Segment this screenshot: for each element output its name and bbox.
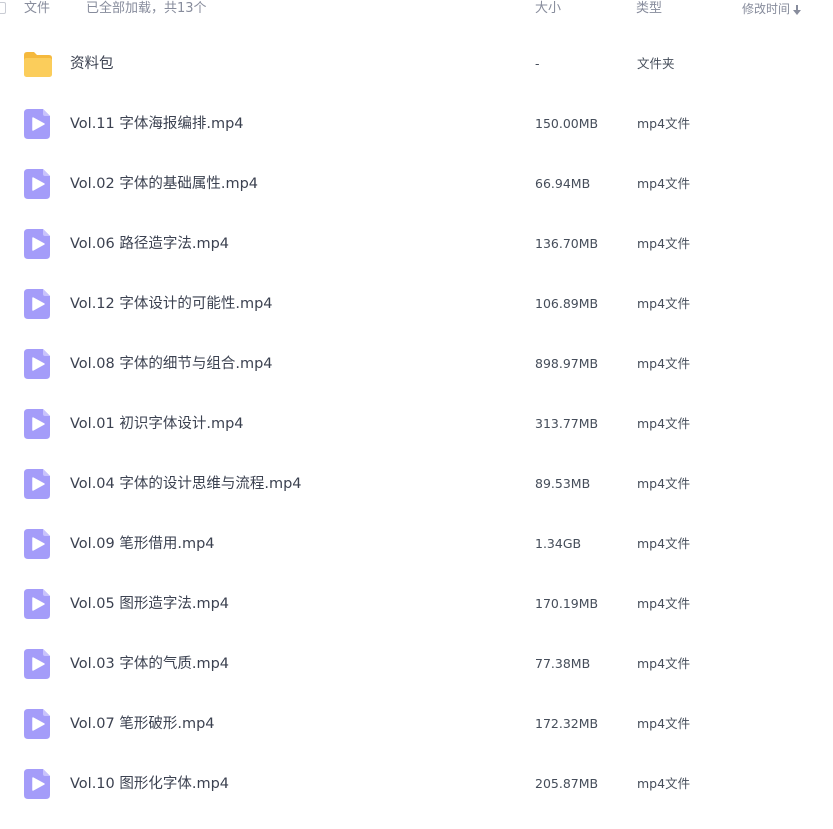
file-type: mp4文件 [637,176,691,191]
file-type: mp4文件 [637,236,691,251]
file-row[interactable]: Vol.03 字体的气质.mp4 77.38MB mp4文件 [0,634,833,694]
file-row[interactable]: Vol.06 路径造字法.mp4 136.70MB mp4文件 [0,214,833,274]
video-file-icon [24,469,52,499]
select-all-checkbox[interactable] [0,2,6,14]
file-row[interactable]: Vol.05 图形造字法.mp4 170.19MB mp4文件 [0,574,833,634]
video-file-icon [24,289,52,319]
file-type: mp4文件 [637,656,691,671]
file-row[interactable]: Vol.01 初识字体设计.mp4 313.77MB mp4文件 [0,394,833,454]
file-row[interactable]: Vol.10 图形化字体.mp4 205.87MB mp4文件 [0,754,833,814]
file-row[interactable]: Vol.02 字体的基础属性.mp4 66.94MB mp4文件 [0,154,833,214]
folder-icon [24,49,52,79]
column-header-modified-time-label: 修改时间 [742,2,791,16]
file-type: mp4文件 [637,536,691,551]
file-size: 313.77MB [535,416,599,431]
column-header-name[interactable]: 文件 [24,0,50,18]
file-name-link[interactable]: Vol.01 初识字体设计.mp4 [70,394,244,454]
sort-descending-icon[interactable] [793,4,802,15]
file-name-link[interactable]: Vol.11 字体海报编排.mp4 [70,94,244,154]
file-size: - [535,56,540,71]
video-file-icon [24,169,52,199]
file-size: 136.70MB [535,236,599,251]
file-type: mp4文件 [637,296,691,311]
folder-row[interactable]: 资料包 - 文件夹 [0,34,833,94]
file-type: mp4文件 [637,416,691,431]
video-file-icon [24,229,52,259]
file-size: 1.34GB [535,536,582,551]
video-file-icon [24,589,52,619]
file-name-link[interactable]: Vol.12 字体设计的可能性.mp4 [70,274,273,334]
file-size: 205.87MB [535,776,599,791]
file-size: 106.89MB [535,296,599,311]
file-name-link[interactable]: Vol.10 图形化字体.mp4 [70,754,229,814]
file-type: 文件夹 [637,56,675,71]
file-name-link[interactable]: Vol.04 字体的设计思维与流程.mp4 [70,454,302,514]
file-size: 150.00MB [535,116,599,131]
file-name-link[interactable]: Vol.09 笔形借用.mp4 [70,514,215,574]
file-type: mp4文件 [637,476,691,491]
video-file-icon [24,769,52,799]
video-file-icon [24,709,52,739]
file-size: 77.38MB [535,656,591,671]
file-row[interactable]: Vol.04 字体的设计思维与流程.mp4 89.53MB mp4文件 [0,454,833,514]
file-size: 89.53MB [535,476,591,491]
file-row[interactable]: Vol.07 笔形破形.mp4 172.32MB mp4文件 [0,694,833,754]
video-file-icon [24,409,52,439]
file-name-link[interactable]: Vol.08 字体的细节与组合.mp4 [70,334,273,394]
file-list: 资料包 - 文件夹 Vol.11 字体海报编排.mp4 150.00MB mp4文件 Vol… [0,34,833,814]
file-type: mp4文件 [637,116,691,131]
file-name-link[interactable]: 资料包 [70,34,114,94]
file-row[interactable]: Vol.11 字体海报编排.mp4 150.00MB mp4文件 [0,94,833,154]
file-name-link[interactable]: Vol.05 图形造字法.mp4 [70,574,229,634]
file-name-link[interactable]: Vol.02 字体的基础属性.mp4 [70,154,258,214]
file-name-link[interactable]: Vol.03 字体的气质.mp4 [70,634,229,694]
file-name-link[interactable]: Vol.06 路径造字法.mp4 [70,214,229,274]
file-row[interactable]: Vol.12 字体设计的可能性.mp4 106.89MB mp4文件 [0,274,833,334]
file-name-link[interactable]: Vol.07 笔形破形.mp4 [70,694,215,754]
video-file-icon [24,649,52,679]
column-header-modified-time[interactable]: 修改时间 [742,0,802,18]
video-file-icon [24,529,52,559]
column-header-type[interactable]: 类型 [636,0,662,18]
file-row[interactable]: Vol.08 字体的细节与组合.mp4 898.97MB mp4文件 [0,334,833,394]
file-type: mp4文件 [637,356,691,371]
file-row[interactable]: Vol.09 笔形借用.mp4 1.34GB mp4文件 [0,514,833,574]
file-type: mp4文件 [637,776,691,791]
file-list-header: 文件 已全部加载，共13个 大小 类型 修改时间 [0,0,833,20]
file-type: mp4文件 [637,716,691,731]
file-size: 898.97MB [535,356,599,371]
video-file-icon [24,109,52,139]
file-type: mp4文件 [637,596,691,611]
video-file-icon [24,349,52,379]
file-size: 172.32MB [535,716,599,731]
loaded-count-text: 已全部加载，共13个 [86,1,207,16]
file-size: 66.94MB [535,176,591,191]
column-header-size[interactable]: 大小 [535,0,561,18]
file-size: 170.19MB [535,596,599,611]
